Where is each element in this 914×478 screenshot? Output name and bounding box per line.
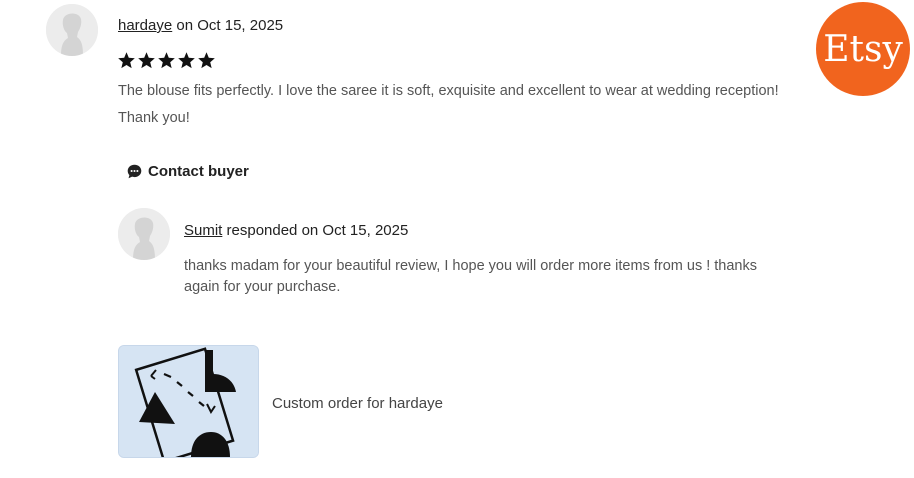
etsy-logo: Etsy <box>816 2 910 96</box>
star-icon <box>198 52 215 69</box>
star-rating <box>117 51 216 70</box>
response-text: thanks madam for your beautiful review, … <box>184 256 804 298</box>
reviewer-avatar[interactable] <box>46 4 98 56</box>
response-text-line: thanks madam for your beautiful review, … <box>184 258 757 274</box>
listing-title-link[interactable]: Custom order for hardaye <box>272 395 443 412</box>
review-text-line: The blouse fits perfectly. I love the sa… <box>118 83 779 99</box>
response-date: responded on Oct 15, 2025 <box>222 222 409 239</box>
review-date: on Oct 15, 2025 <box>172 17 284 34</box>
star-icon <box>138 52 155 69</box>
person-silhouette-icon <box>46 4 98 56</box>
star-icon <box>178 52 195 69</box>
response-text-line: again for your purchase. <box>184 279 341 295</box>
review-byline: hardaye on Oct 15, 2025 <box>118 17 283 34</box>
contact-buyer-button[interactable]: Contact buyer <box>126 163 249 180</box>
responder-name-link[interactable]: Sumit <box>184 222 222 239</box>
star-icon <box>118 52 135 69</box>
reviewer-name-link[interactable]: hardaye <box>118 17 172 34</box>
person-silhouette-icon <box>118 208 170 260</box>
star-icon <box>158 52 175 69</box>
contact-buyer-label: Contact buyer <box>148 163 249 180</box>
custom-order-placeholder-icon <box>119 346 258 457</box>
chat-bubble-icon <box>127 164 142 179</box>
response-byline: Sumit responded on Oct 15, 2025 <box>184 222 408 239</box>
review-text: The blouse fits perfectly. I love the sa… <box>118 78 818 132</box>
review-text-line: Thank you! <box>118 110 190 126</box>
responder-avatar[interactable] <box>118 208 170 260</box>
listing-thumbnail[interactable] <box>118 345 259 458</box>
